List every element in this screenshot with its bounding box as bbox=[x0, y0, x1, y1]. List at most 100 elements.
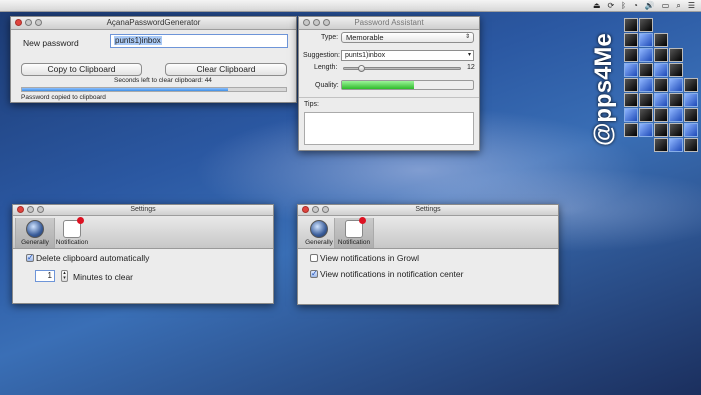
zoom-button[interactable] bbox=[322, 206, 329, 213]
logo-tile bbox=[684, 108, 698, 122]
logo-tile bbox=[639, 63, 653, 77]
popup-arrows-icon: ⇕ bbox=[464, 34, 470, 40]
length-label: Length: bbox=[314, 64, 338, 71]
suggestion-value: punts1)inbox bbox=[345, 52, 386, 59]
countdown-text: Seconds left to clear clipboard: 44 bbox=[114, 77, 212, 84]
minutes-value: 1 bbox=[47, 271, 52, 280]
zoom-button[interactable] bbox=[35, 19, 42, 26]
logo-tile bbox=[639, 48, 653, 62]
generally-icon bbox=[310, 220, 328, 238]
minimize-button[interactable] bbox=[25, 19, 32, 26]
minimize-button[interactable] bbox=[312, 206, 319, 213]
tab-generally[interactable]: Generally bbox=[300, 218, 338, 248]
volume-icon[interactable]: 🔊 bbox=[645, 1, 655, 11]
length-value: 12 bbox=[467, 64, 475, 71]
delete-clipboard-checkbox[interactable]: ✓ bbox=[26, 254, 34, 262]
eject-icon[interactable]: ⏏ bbox=[593, 1, 601, 11]
status-text: Password copied to clipboard bbox=[21, 94, 106, 101]
spotlight-search-icon[interactable]: ⌕ bbox=[676, 1, 680, 11]
minutes-label: Minutes to clear bbox=[73, 272, 133, 282]
settings-toolbar: Generally Notification bbox=[13, 216, 273, 249]
clock-icon[interactable]: ◔ bbox=[633, 1, 638, 11]
zoom-button[interactable] bbox=[37, 206, 44, 213]
logo-tile bbox=[624, 63, 638, 77]
bluetooth-icon[interactable]: ᛒ bbox=[621, 1, 626, 11]
settings-title: Settings bbox=[415, 206, 441, 213]
time-machine-icon[interactable]: ⟳ bbox=[607, 1, 614, 11]
notification-icon bbox=[345, 217, 366, 238]
growl-checkbox[interactable] bbox=[310, 254, 318, 262]
tips-label: Tips: bbox=[304, 101, 319, 108]
suggestion-combo[interactable]: punts1)inbox ▾ bbox=[341, 50, 474, 61]
menu-bar: ⏏ ⟳ ᛒ ◔ 🔊 ▭ ⌕ ☰ bbox=[0, 0, 701, 12]
settings-title: Settings bbox=[130, 206, 156, 213]
logo-tile bbox=[654, 138, 668, 152]
tab-notification-label: Notification bbox=[55, 239, 89, 246]
assistant-titlebar[interactable]: Password Assistant bbox=[299, 17, 479, 30]
delete-clipboard-label: Delete clipboard automatically bbox=[36, 253, 150, 263]
settings-titlebar[interactable]: Settings bbox=[298, 205, 558, 216]
tab-notification[interactable]: Notification bbox=[334, 217, 374, 248]
minimize-button[interactable] bbox=[27, 206, 34, 213]
settings-titlebar[interactable]: Settings bbox=[13, 205, 273, 216]
divider bbox=[299, 97, 479, 98]
minimize-button[interactable] bbox=[313, 19, 320, 26]
logo-tile bbox=[669, 93, 683, 107]
logo-tile bbox=[654, 78, 668, 92]
logo-tile bbox=[639, 18, 653, 32]
type-value: Memorable bbox=[346, 33, 384, 42]
combo-arrow-icon[interactable]: ▾ bbox=[468, 51, 471, 60]
close-button[interactable] bbox=[302, 206, 309, 213]
logo-tile bbox=[684, 93, 698, 107]
notification-center-icon[interactable]: ☰ bbox=[688, 1, 695, 11]
close-button[interactable] bbox=[303, 19, 310, 26]
battery-icon[interactable]: ▭ bbox=[662, 1, 670, 11]
status-menu-items: ⏏ ⟳ ᛒ ◔ 🔊 ▭ ⌕ ☰ bbox=[593, 1, 695, 11]
logo-tile bbox=[624, 78, 638, 92]
notification-center-label: View notifications in notification cente… bbox=[320, 269, 464, 279]
clipboard-progress-fill bbox=[22, 88, 228, 91]
generator-title: AçanaPasswordGenerator bbox=[106, 18, 201, 27]
logo-tile bbox=[654, 33, 668, 47]
minutes-stepper[interactable]: ▴ ▾ bbox=[61, 270, 68, 282]
watermark-logo-tiles bbox=[624, 18, 700, 158]
logo-tile bbox=[654, 123, 668, 137]
logo-tile bbox=[639, 108, 653, 122]
generator-window: AçanaPasswordGenerator New password punt… bbox=[10, 16, 297, 103]
quality-meter bbox=[341, 80, 474, 90]
assistant-title: Password Assistant bbox=[354, 18, 424, 27]
logo-tile bbox=[669, 63, 683, 77]
logo-tile bbox=[639, 78, 653, 92]
notification-center-checkbox[interactable]: ✓ bbox=[310, 270, 318, 278]
type-popup[interactable]: Memorable ⇕ bbox=[341, 32, 474, 43]
new-password-value: punts1)inbox bbox=[114, 36, 162, 45]
close-button[interactable] bbox=[15, 19, 22, 26]
length-slider[interactable] bbox=[343, 65, 461, 72]
length-slider-knob[interactable] bbox=[358, 65, 366, 72]
logo-tile bbox=[654, 48, 668, 62]
zoom-button[interactable] bbox=[323, 19, 330, 26]
close-button[interactable] bbox=[17, 206, 24, 213]
growl-label: View notifications in Growl bbox=[320, 253, 420, 263]
logo-tile bbox=[624, 108, 638, 122]
new-password-label: New password bbox=[23, 38, 79, 48]
generator-titlebar[interactable]: AçanaPasswordGenerator bbox=[11, 17, 296, 30]
new-password-field[interactable]: punts1)inbox bbox=[110, 34, 288, 48]
settings-window-left: Settings Generally Notification ✓ Delete… bbox=[12, 204, 274, 304]
logo-tile bbox=[639, 123, 653, 137]
logo-tile bbox=[624, 33, 638, 47]
tab-generally-label: Generally bbox=[21, 239, 49, 246]
tab-notification-label: Notification bbox=[337, 239, 371, 246]
logo-tile bbox=[639, 33, 653, 47]
tab-notification[interactable]: Notification bbox=[53, 217, 91, 248]
tab-generally[interactable]: Generally bbox=[15, 218, 55, 248]
logo-tile bbox=[669, 123, 683, 137]
suggestion-label: Suggestion: bbox=[303, 52, 340, 59]
logo-tile bbox=[669, 108, 683, 122]
minutes-field[interactable]: 1 bbox=[35, 270, 55, 282]
copy-to-clipboard-button[interactable]: Copy to Clipboard bbox=[21, 63, 142, 76]
clear-clipboard-button[interactable]: Clear Clipboard bbox=[165, 63, 287, 76]
settings-toolbar: Generally Notification bbox=[298, 216, 558, 249]
logo-tile bbox=[654, 108, 668, 122]
logo-tile bbox=[624, 48, 638, 62]
